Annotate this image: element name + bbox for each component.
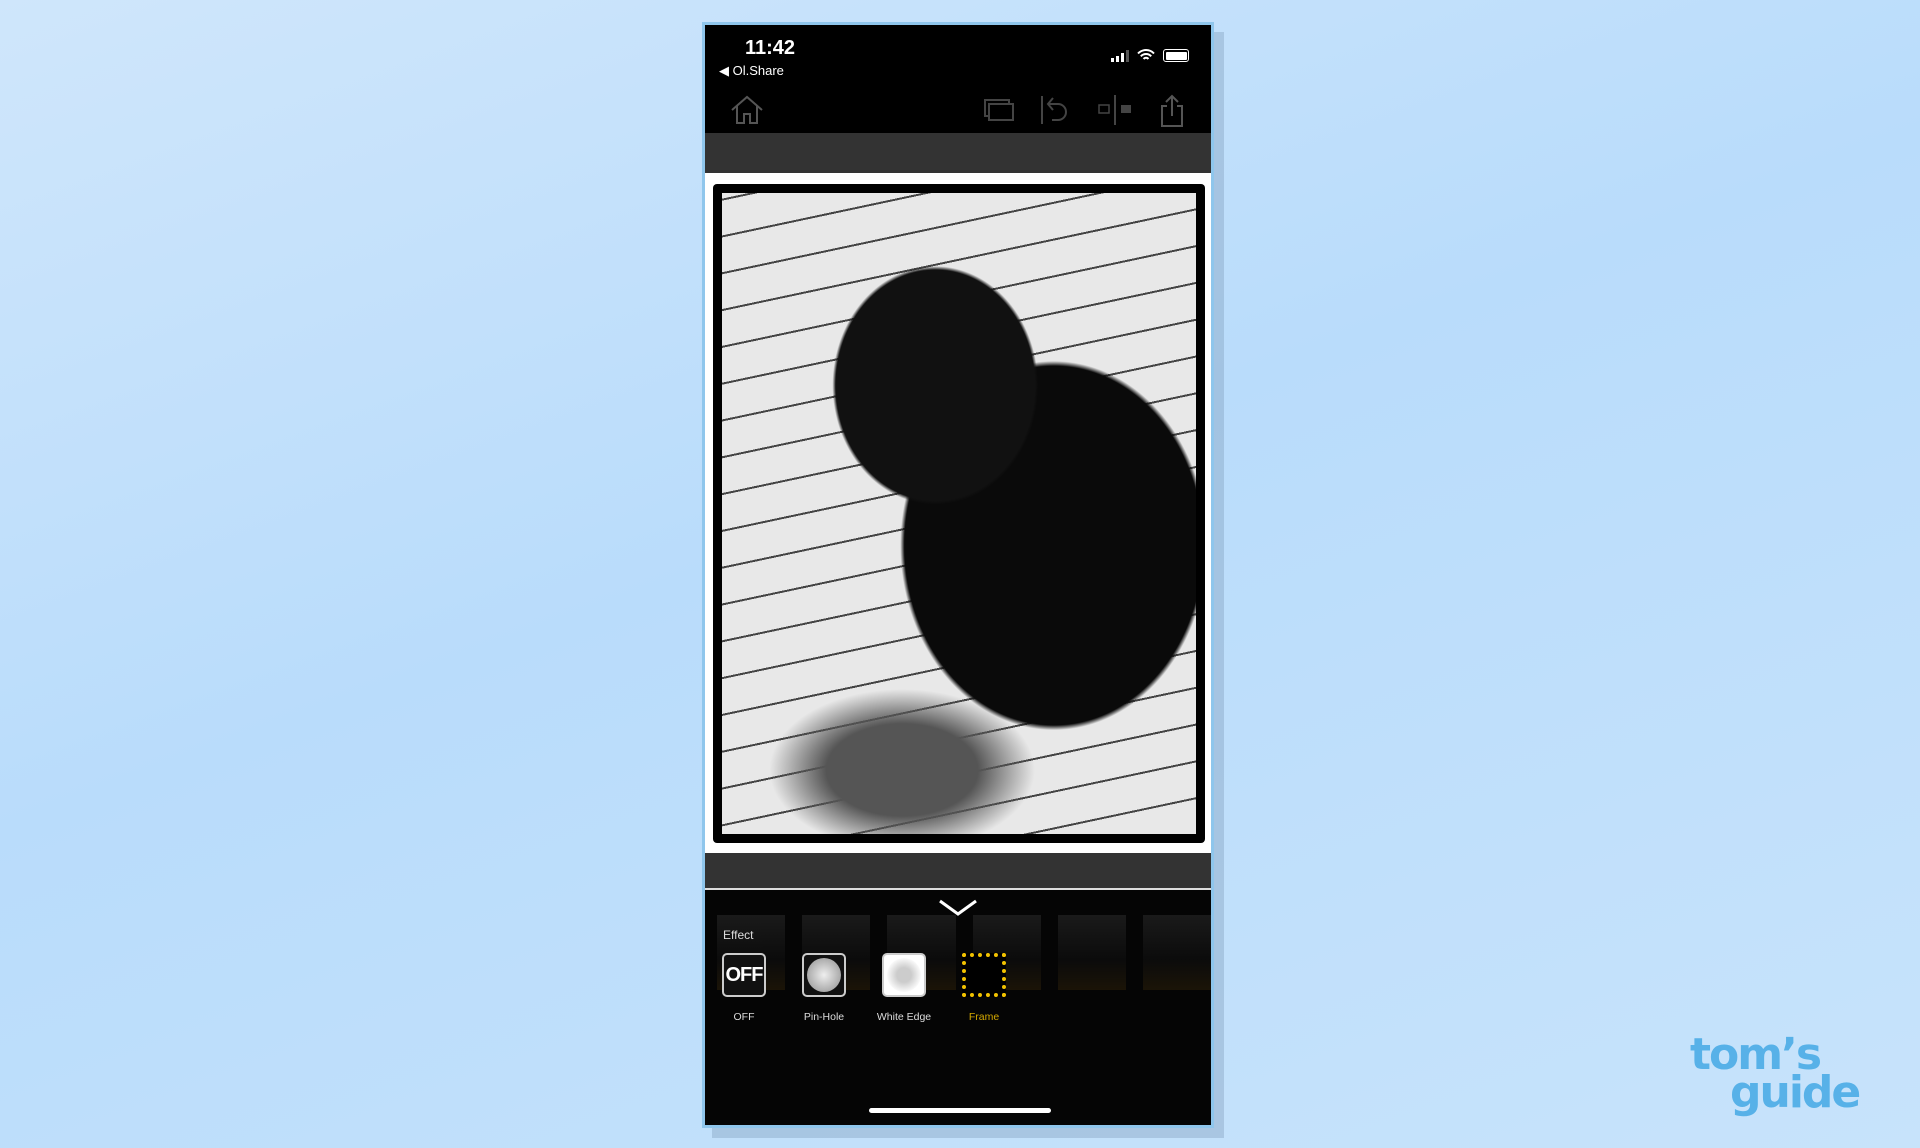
effect-label: Pin-Hole	[803, 1011, 845, 1023]
pin-hole-icon	[802, 953, 846, 997]
effect-panel: Effect OFF OFF Pin-Hole White Edge Frame	[705, 890, 1212, 1125]
toolbar	[705, 90, 1211, 135]
effect-off[interactable]: OFF OFF	[715, 953, 773, 1023]
effect-frame[interactable]: Frame	[955, 953, 1013, 1023]
framed-photo	[713, 184, 1205, 843]
chevron-down-icon[interactable]	[937, 898, 979, 918]
photo-preview	[705, 173, 1211, 853]
undo-icon[interactable]	[1039, 94, 1073, 126]
home-indicator	[869, 1108, 1051, 1113]
effect-label: White Edge	[876, 1011, 932, 1023]
effect-pin-hole[interactable]: Pin-Hole	[795, 953, 853, 1023]
home-icon[interactable]	[729, 94, 765, 126]
battery-icon	[1163, 49, 1189, 62]
frame-icon	[962, 953, 1006, 997]
status-time: 11:42	[745, 37, 796, 59]
wifi-icon	[1137, 49, 1155, 60]
white-edge-icon	[882, 953, 926, 997]
effect-label: Frame	[968, 1011, 1000, 1023]
back-app-label: Ol.Share	[732, 63, 784, 78]
top-gray-band	[705, 133, 1211, 173]
share-icon[interactable]	[1157, 94, 1187, 128]
toms-guide-logo: tom’s guide	[1690, 1029, 1861, 1118]
off-icon-text: OFF	[725, 963, 764, 986]
off-icon: OFF	[722, 953, 766, 997]
effect-section-label: Effect	[723, 928, 754, 942]
effect-label: OFF	[733, 1011, 755, 1023]
status-icons	[1111, 49, 1189, 62]
back-to-app-link[interactable]: ◀ Ol.Share	[719, 63, 784, 79]
layers-icon[interactable]	[983, 94, 1015, 124]
effect-white-edge[interactable]: White Edge	[875, 953, 933, 1023]
bottom-gray-band	[705, 853, 1211, 888]
signal-icon	[1111, 50, 1129, 62]
phone-screen: 11:42 ◀ Ol.Share Effect OFF OFF Pin-Hole…	[702, 22, 1214, 1128]
compare-icon[interactable]	[1097, 94, 1133, 126]
